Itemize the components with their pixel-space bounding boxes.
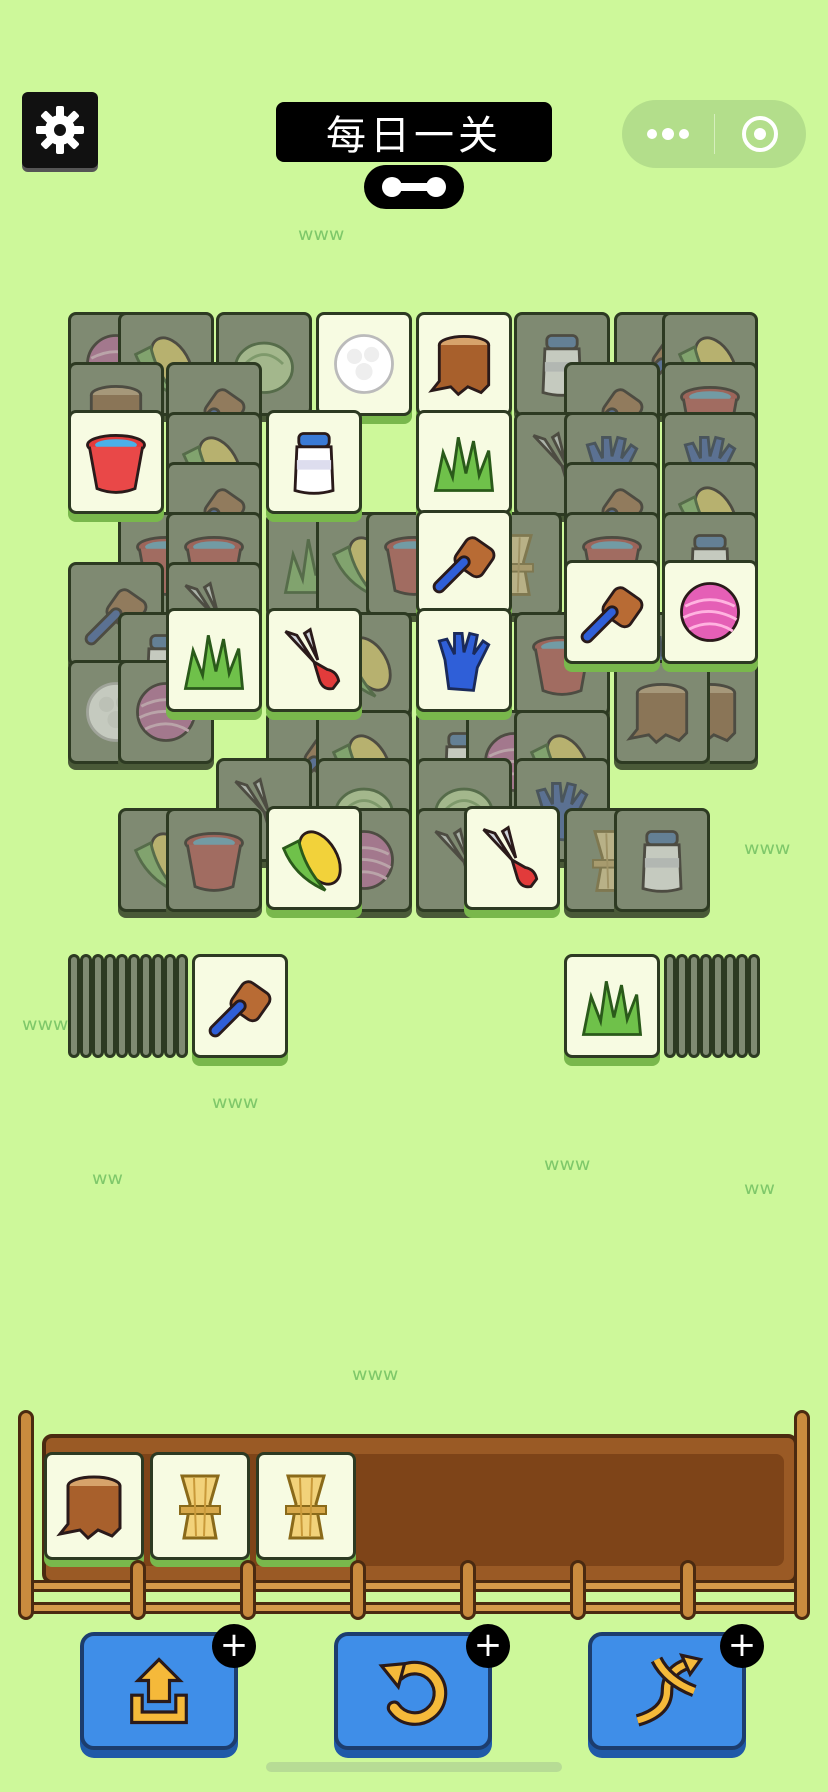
fence-post bbox=[18, 1410, 34, 1620]
fence-post bbox=[240, 1560, 256, 1620]
right-stack-top-grass[interactable] bbox=[564, 954, 660, 1058]
grass-tuft-icon: ʷʷ bbox=[744, 1177, 775, 1212]
grass-tuft-icon: ʷʷʷ bbox=[212, 1091, 259, 1126]
stack-edge bbox=[664, 954, 676, 1058]
settings-button[interactable] bbox=[22, 92, 98, 168]
tile-stump-blocked bbox=[614, 660, 710, 764]
tile-grass[interactable] bbox=[166, 608, 262, 712]
undo-icon bbox=[378, 1660, 448, 1726]
stack-edge bbox=[152, 954, 164, 1058]
stack-edge bbox=[116, 954, 128, 1058]
tile-brush[interactable] bbox=[564, 560, 660, 664]
fence-post bbox=[350, 1560, 366, 1620]
level-title: 每日一关 bbox=[276, 102, 552, 162]
tile-bucket[interactable] bbox=[68, 410, 164, 514]
grass-tuft-icon: ʷʷʷ bbox=[544, 1153, 591, 1188]
move-out-icon bbox=[130, 1657, 188, 1725]
grass-tuft-icon: ʷʷʷ bbox=[22, 1013, 69, 1048]
grass-tuft-icon: ʷʷʷ bbox=[352, 1363, 399, 1398]
stack-edge bbox=[128, 954, 140, 1058]
tray-slot-wheat bbox=[256, 1452, 356, 1560]
stack-edge bbox=[164, 954, 176, 1058]
shuffle-add-badge[interactable]: + bbox=[720, 1624, 764, 1668]
stack-edge bbox=[676, 954, 688, 1058]
grass-tuft-icon: ʷʷʷ bbox=[744, 837, 791, 872]
gear-icon bbox=[36, 106, 84, 154]
tile-brush[interactable] bbox=[416, 510, 512, 614]
grass-tuft-icon: ʷʷ bbox=[92, 1167, 123, 1202]
progress-bone-icon bbox=[364, 165, 464, 209]
fence-post bbox=[680, 1560, 696, 1620]
tray-slot-stump bbox=[44, 1452, 144, 1560]
tile-milk[interactable] bbox=[266, 410, 362, 514]
tile-bucket-blocked bbox=[166, 808, 262, 912]
tray-slot-wheat bbox=[150, 1452, 250, 1560]
tile-stump[interactable] bbox=[416, 312, 512, 416]
stack-edge bbox=[724, 954, 736, 1058]
stack-edge bbox=[700, 954, 712, 1058]
undo-add-badge[interactable]: + bbox=[466, 1624, 510, 1668]
fence-post bbox=[460, 1560, 476, 1620]
fence-post bbox=[570, 1560, 586, 1620]
fence-post bbox=[130, 1560, 146, 1620]
tile-corn[interactable] bbox=[266, 806, 362, 910]
stack-edge bbox=[92, 954, 104, 1058]
stack-edge bbox=[140, 954, 152, 1058]
fence-post bbox=[794, 1410, 810, 1620]
stack-edge bbox=[712, 954, 724, 1058]
tile-yarn[interactable] bbox=[662, 560, 758, 664]
tile-glove[interactable] bbox=[416, 608, 512, 712]
stack-edge bbox=[176, 954, 188, 1058]
stack-edge bbox=[80, 954, 92, 1058]
tile-milk-blocked bbox=[614, 808, 710, 912]
target-circle-icon[interactable] bbox=[715, 100, 807, 168]
stack-edge bbox=[104, 954, 116, 1058]
mini-program-capsule bbox=[622, 100, 806, 168]
grass-tuft-icon: ʷʷʷ bbox=[298, 223, 345, 258]
home-indicator bbox=[266, 1762, 562, 1772]
tile-grass[interactable] bbox=[416, 410, 512, 514]
tile-shears[interactable] bbox=[464, 806, 560, 910]
stack-edge bbox=[688, 954, 700, 1058]
stack-edge bbox=[748, 954, 760, 1058]
tile-shears[interactable] bbox=[266, 608, 362, 712]
left-stack-top-brush[interactable] bbox=[192, 954, 288, 1058]
shuffle-icon bbox=[635, 1653, 704, 1727]
stack-edge bbox=[736, 954, 748, 1058]
more-dots-icon[interactable] bbox=[622, 100, 714, 168]
move-out-add-badge[interactable]: + bbox=[212, 1624, 256, 1668]
stack-edge bbox=[68, 954, 80, 1058]
tile-cauliflower[interactable] bbox=[316, 312, 412, 416]
